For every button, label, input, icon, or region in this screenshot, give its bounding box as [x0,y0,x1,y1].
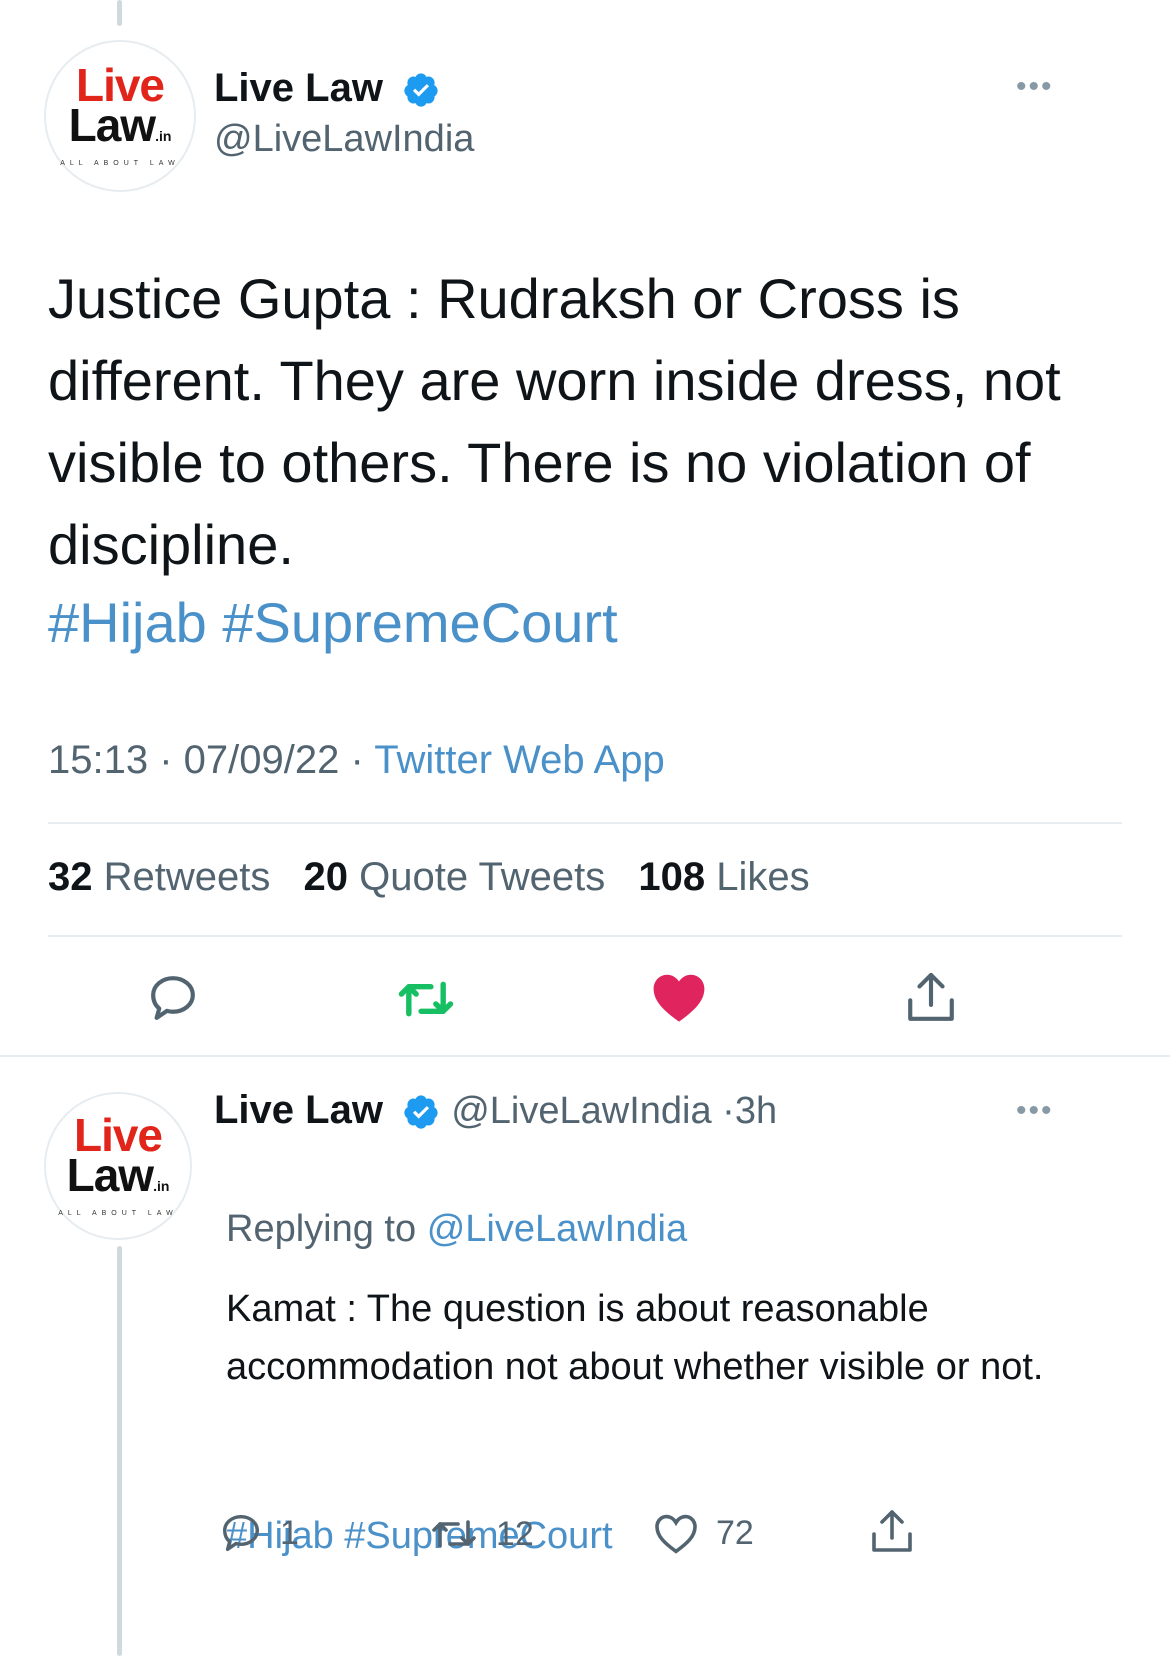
logo-tagline: ALL ABOUT LAW [58,1210,178,1217]
reply-icon [222,1514,260,1552]
like-count: 72 [716,1513,754,1552]
logo-suffix: .in [153,1178,170,1194]
logo-law-text: Law.in [67,1152,170,1206]
likes-label: Likes [716,855,810,899]
tweet-date[interactable]: 07/09/22 [184,738,340,782]
reply-reply-button[interactable]: 1 [218,1510,299,1556]
quotes-stat[interactable]: 20 Quote Tweets [304,855,606,899]
retweets-stat[interactable]: 32 Retweets [48,855,270,899]
reply-avatar[interactable]: Live Law.in ALL ABOUT LAW [44,1092,192,1240]
logo-law-word: Law [66,1149,154,1201]
share-button[interactable] [903,968,959,1028]
reply-text: Kamat : The question is about reasonable… [226,1288,1044,1388]
author-name-text: Live Law [214,66,383,110]
share-icon [908,972,954,1021]
quotes-label: Quote Tweets [359,855,606,899]
author-handle[interactable]: @LiveLawIndia [214,118,474,161]
reply-share-button[interactable] [868,1506,916,1558]
replying-prefix: Replying to [226,1208,417,1250]
divider [48,935,1122,937]
retweet-button[interactable] [396,972,456,1026]
thread-line-top [117,0,122,26]
share-icon [872,1510,912,1552]
avatar[interactable]: Live Law.in ALL ABOUT LAW [44,40,196,192]
quotes-count: 20 [303,855,349,899]
logo-suffix: .in [155,128,172,144]
meta-separator: · [350,738,375,782]
reply-button[interactable] [145,970,201,1026]
replying-to-line: Replying to @LiveLawIndia [226,1208,687,1251]
retweets-label: Retweets [103,855,271,899]
retweet-icon [398,981,454,1017]
tweet-meta: 15:13 · 07/09/22 · Twitter Web App [48,738,665,783]
tweet-source[interactable]: Twitter Web App [374,738,665,782]
heart-icon [653,974,705,1022]
retweet-icon [432,1520,476,1548]
retweets-count: 32 [48,855,93,899]
retweet-count: 12 [496,1514,534,1553]
tweet-time[interactable]: 15:13 [48,738,148,782]
reply-author-name[interactable]: Live Law [214,1088,383,1132]
reply-age[interactable]: 3h [735,1090,777,1132]
logo-law-text: Law.in [69,102,172,156]
reply-icon [151,976,195,1020]
likes-stat[interactable]: 108 Likes [638,855,809,899]
tweet-text: Justice Gupta : Rudraksh or Cross is dif… [48,267,1061,576]
verified-icon [404,73,438,108]
reply-retweet-button[interactable]: 12 [428,1512,534,1556]
tweet-hashtags[interactable]: #Hijab #SupremeCourt [48,590,618,655]
heart-outline-icon [655,1514,697,1554]
divider [48,822,1122,824]
tweet-stats: 32 Retweets 20 Quote Tweets 108 Likes [48,855,832,900]
reply-handle-group: @LiveLawIndia ·3h [451,1090,777,1132]
verified-icon [404,1095,438,1130]
author-name[interactable]: Live Law [214,66,440,111]
logo-tagline: ALL ABOUT LAW [60,160,180,167]
section-divider [0,1055,1170,1057]
thread-line-reply [117,1246,122,1656]
reply-count: 1 [280,1513,299,1552]
reply-author-line: Live Law @LiveLawIndia ·3h [214,1088,777,1133]
reply-handle[interactable]: @LiveLawIndia [451,1090,711,1132]
meta-separator: · [722,1090,735,1132]
more-icon[interactable]: ••• [1016,1094,1054,1128]
more-icon[interactable]: ••• [1016,70,1054,104]
meta-separator: · [159,738,184,782]
replying-to-link[interactable]: @LiveLawIndia [427,1208,687,1250]
reply-like-button[interactable]: 72 [652,1510,754,1556]
likes-count: 108 [638,855,706,899]
logo-law-word: Law [68,99,156,151]
like-button[interactable] [650,970,708,1024]
